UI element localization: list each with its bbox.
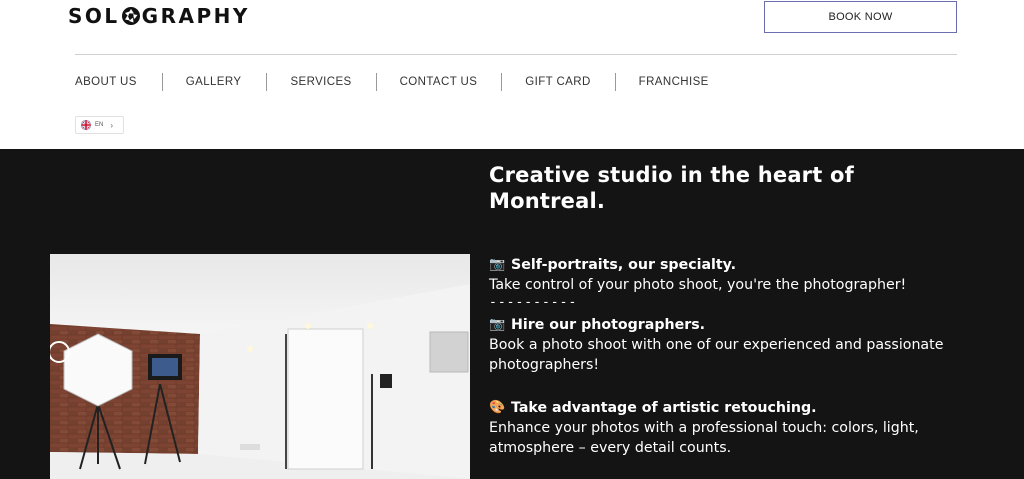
feature-heading: Hire our photographers. <box>511 317 706 333</box>
main-nav: ABOUT US GALLERY SERVICES CONTACT US GIF… <box>75 72 709 92</box>
feature-separator: ---------- <box>489 295 578 310</box>
camera-icon: 📷 <box>489 257 506 272</box>
feature-heading: Take advantage of artistic retouching. <box>511 400 817 416</box>
chevron-right-icon: › <box>110 120 114 130</box>
feature-text: photographers! <box>489 357 600 373</box>
feature-text: atmosphere – every detail counts. <box>489 440 732 456</box>
nav-contact-us[interactable]: CONTACT US <box>400 76 478 88</box>
language-code: EN <box>95 122 104 128</box>
nav-gift-card[interactable]: GIFT CARD <box>525 76 590 88</box>
nav-separator <box>375 73 377 91</box>
nav-gallery[interactable]: GALLERY <box>186 76 242 88</box>
feature-retouching: 🎨 Take advantage of artistic retouching.… <box>489 398 919 458</box>
feature-text: Book a photo shoot with one of our exper… <box>489 337 944 353</box>
palette-icon: 🎨 <box>489 400 506 415</box>
logo[interactable]: SOL GRAPHY <box>68 4 250 28</box>
book-now-button[interactable]: BOOK NOW <box>764 1 957 33</box>
feature-text: Enhance your photos with a professional … <box>489 420 919 436</box>
hero-title-line2: Montreal. <box>489 189 606 213</box>
feature-hire-photographers: 📷 Hire our photographers. Book a photo s… <box>489 315 943 375</box>
nav-about-us[interactable]: ABOUT US <box>75 76 137 88</box>
feature-self-portraits: 📷 Self-portraits, our specialty. Take co… <box>489 255 906 295</box>
language-selector[interactable]: EN › <box>75 116 124 134</box>
nav-separator <box>161 73 163 91</box>
logo-text-right: GRAPHY <box>141 4 250 28</box>
feature-heading: Self-portraits, our specialty. <box>511 257 737 273</box>
nav-separator <box>266 73 268 91</box>
feature-text: Take control of your photo shoot, you're… <box>489 277 907 293</box>
studio-photo <box>50 254 470 479</box>
hero-title: Creative studio in the heart of Montreal… <box>489 162 989 214</box>
header-divider <box>75 54 957 55</box>
aperture-icon <box>121 6 141 26</box>
nav-franchise[interactable]: FRANCHISE <box>639 76 709 88</box>
logo-text-left: SOL <box>68 4 120 28</box>
nav-separator <box>614 73 616 91</box>
hero-title-line1: Creative studio in the heart of <box>489 163 854 187</box>
camera-icon: 📷 <box>489 317 506 332</box>
uk-flag-icon <box>81 120 91 130</box>
nav-services[interactable]: SERVICES <box>290 76 351 88</box>
nav-separator <box>501 73 503 91</box>
